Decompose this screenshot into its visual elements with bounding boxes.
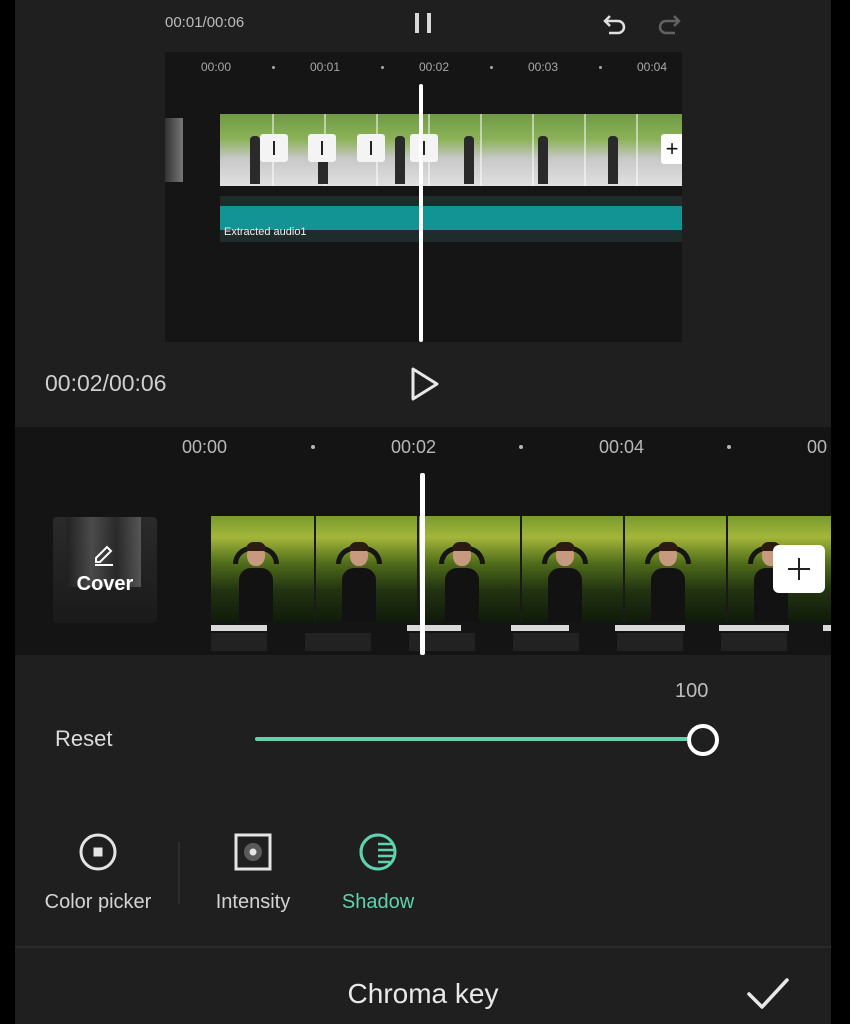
- frame-divider: [417, 516, 419, 622]
- person-frame: [233, 542, 279, 622]
- track-segment: [617, 633, 683, 651]
- cover-label: Cover: [76, 573, 134, 595]
- previous-clip-thumbnail: [165, 118, 183, 182]
- redo-icon[interactable]: [655, 10, 683, 38]
- preview-tick: 00:04: [637, 60, 668, 74]
- person-frame: [542, 542, 588, 622]
- tool-color-picker[interactable]: Color picker: [33, 830, 163, 920]
- timeline-playhead[interactable]: [420, 473, 425, 655]
- tick-dot: [519, 445, 523, 449]
- slider-thumb[interactable]: [687, 724, 719, 756]
- frame-divider: [480, 114, 482, 186]
- checkmark-icon[interactable]: [743, 974, 793, 1014]
- pencil-icon: [95, 545, 113, 566]
- timeline-tick: 00: [807, 437, 828, 457]
- person-frame: [439, 542, 485, 622]
- tool-label: Shadow: [341, 891, 415, 913]
- preview-tick: 00:03: [528, 60, 559, 74]
- frame-divider: [726, 516, 728, 622]
- video-clip-strip[interactable]: [211, 516, 831, 622]
- playback-time: 00:02/00:06: [45, 370, 167, 396]
- color-picker-icon: [79, 833, 117, 871]
- preview-tick: 00:02: [419, 60, 450, 74]
- tick-dot: [727, 445, 731, 449]
- tick-dot: [599, 66, 602, 69]
- split-handle[interactable]: [260, 134, 288, 162]
- panel-title: Chroma key: [347, 978, 499, 1009]
- panel-divider: [15, 946, 831, 948]
- tick-dot: [272, 66, 275, 69]
- video-preview[interactable]: 00:00 00:01 00:02 00:03 00:04 + Extracte…: [165, 52, 682, 342]
- preview-tick: 00:01: [310, 60, 341, 74]
- preview-video-strip[interactable]: [220, 114, 682, 186]
- chroma-key-editor: 00:01/00:06 00:00 00:01 00:02 00:03 00:0…: [15, 0, 831, 1024]
- frame-divider: [314, 516, 316, 622]
- split-handle[interactable]: [308, 134, 336, 162]
- track-segment: [513, 633, 579, 651]
- track-segment: [721, 633, 787, 651]
- slider-value: 100: [675, 680, 709, 702]
- track-marker: [615, 625, 685, 631]
- person-thumbnail: [395, 136, 405, 184]
- preview-playhead[interactable]: [419, 84, 423, 342]
- track-segment: [409, 633, 475, 651]
- frame-divider: [636, 114, 638, 186]
- tool-label: Intensity: [215, 891, 291, 913]
- main-timeline[interactable]: 00:00 00:02 00:04 00 Cover: [15, 427, 831, 655]
- add-clip-button[interactable]: [773, 545, 825, 593]
- frame-divider: [520, 516, 522, 622]
- person-thumbnail: [464, 136, 474, 184]
- audio-track-label: Extracted audio1: [224, 226, 307, 238]
- intensity-icon: [234, 833, 272, 871]
- track-marker: [211, 625, 267, 631]
- tick-dot: [381, 66, 384, 69]
- track-marker: [823, 625, 831, 631]
- tool-shadow[interactable]: Shadow: [328, 830, 428, 920]
- track-marker: [407, 625, 461, 631]
- extracted-audio-track[interactable]: Extracted audio1: [220, 196, 682, 242]
- split-handle[interactable]: [410, 134, 438, 162]
- preview-tick: 00:00: [201, 60, 232, 74]
- pause-icon[interactable]: [411, 10, 435, 36]
- keyframe-row: [211, 625, 831, 653]
- preview-add-clip-button[interactable]: +: [661, 134, 682, 164]
- timeline-tick: 00:00: [182, 437, 228, 457]
- shadow-slider[interactable]: [255, 724, 719, 756]
- tick-dot: [490, 66, 493, 69]
- frame-divider: [584, 114, 586, 186]
- undo-icon[interactable]: [601, 10, 629, 38]
- tick-dot: [311, 445, 315, 449]
- shadow-icon: [359, 833, 397, 871]
- track-marker: [719, 625, 789, 631]
- person-thumbnail: [538, 136, 548, 184]
- tool-intensity[interactable]: Intensity: [198, 830, 308, 920]
- tool-divider: [178, 842, 180, 904]
- track-segment: [305, 633, 371, 651]
- timeline-tick: 00:02: [391, 437, 437, 457]
- track-marker: [511, 625, 569, 631]
- track-segment: [211, 633, 267, 651]
- person-thumbnail: [250, 136, 260, 184]
- person-frame: [336, 542, 382, 622]
- split-handle[interactable]: [357, 134, 385, 162]
- preview-time: 00:01/00:06: [165, 14, 245, 31]
- frame-divider: [623, 516, 625, 622]
- slider-fill: [255, 737, 701, 741]
- frame-divider: [532, 114, 534, 186]
- cover-button[interactable]: Cover: [53, 517, 157, 623]
- person-frame: [645, 542, 691, 622]
- timeline-tick: 00:04: [599, 437, 645, 457]
- play-icon[interactable]: [407, 366, 441, 402]
- tool-label: Color picker: [44, 891, 152, 913]
- reset-button[interactable]: Reset: [55, 726, 112, 752]
- person-thumbnail: [608, 136, 618, 184]
